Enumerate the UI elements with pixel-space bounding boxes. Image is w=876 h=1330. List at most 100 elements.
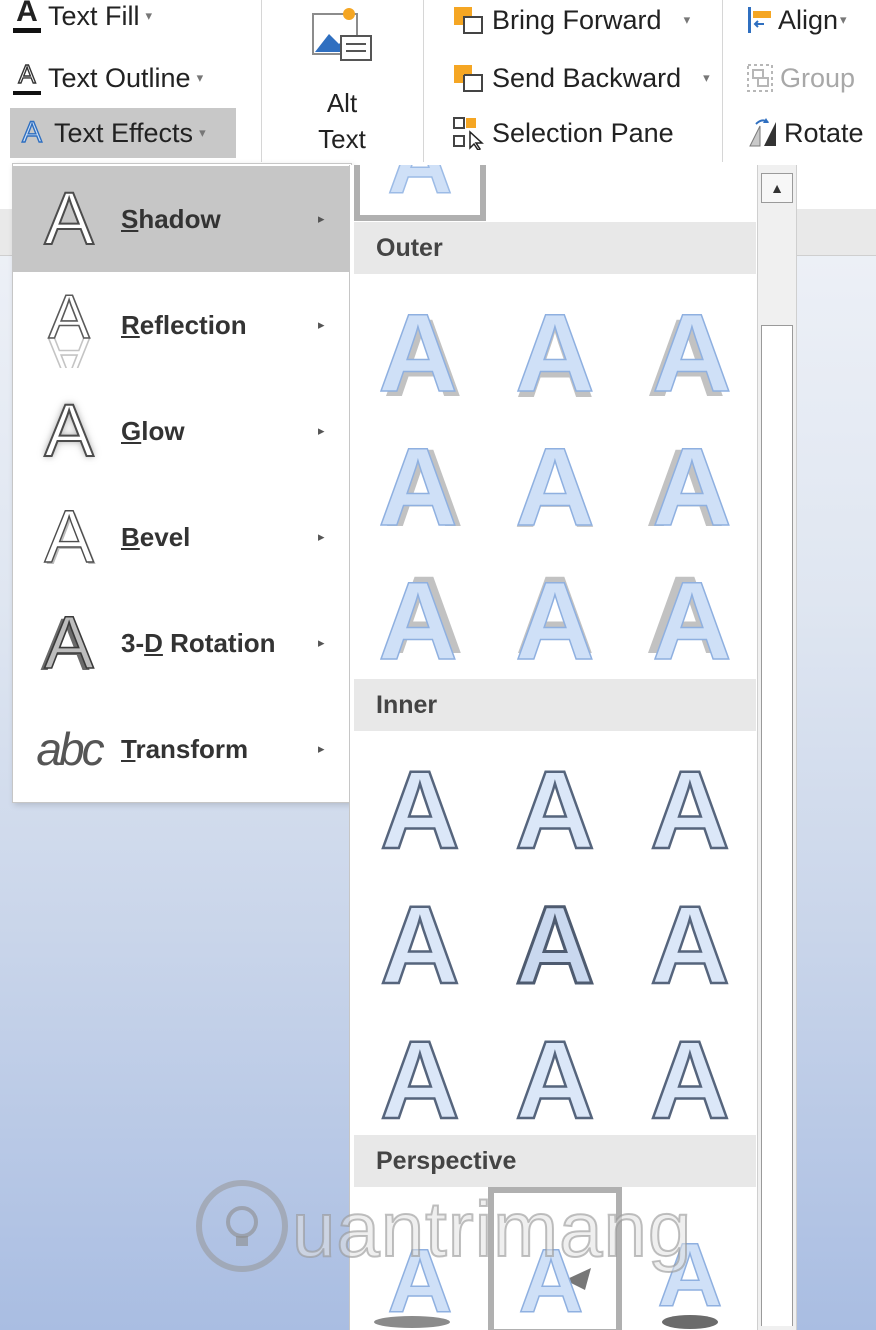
shadow-option-outer[interactable]: AA: [640, 427, 740, 547]
svg-text:A: A: [652, 561, 731, 681]
bring-forward-label: Bring Forward: [492, 4, 662, 35]
chevron-down-icon: ▾: [683, 12, 691, 27]
alt-text-button[interactable]: Alt Text: [262, 0, 422, 162]
svg-text:A: A: [515, 561, 594, 681]
svg-text:A: A: [378, 293, 457, 413]
submenu-arrow-icon: ▸: [318, 529, 325, 544]
send-backward-icon: [454, 65, 483, 92]
text-outline-label: Text Outline: [48, 62, 191, 93]
transform-abc-icon: abc: [36, 723, 104, 775]
svg-text:A: A: [515, 750, 594, 870]
submenu-arrow-icon: ▸: [318, 317, 325, 332]
svg-text:A: A: [515, 1020, 594, 1140]
bevel-a-icon: A: [44, 494, 95, 578]
label-text: hadow: [138, 204, 221, 234]
chevron-down-icon: ▾: [199, 125, 206, 140]
text-fill-label: Text Fill: [48, 0, 140, 31]
ribbon-divider: [423, 0, 424, 162]
rotate-icon: [749, 118, 776, 147]
selection-pane-button[interactable]: Selection Pane: [452, 111, 674, 155]
text-effects-menu: A Shadow ▸ A A Reflection ▸ A Glow ▸ A B…: [12, 163, 352, 803]
section-header-inner: Inner: [354, 679, 756, 731]
shadow-option-outer[interactable]: AA: [370, 427, 470, 547]
menu-item-reflection[interactable]: A A Reflection ▸: [13, 272, 351, 378]
mnemonic-letter: S: [121, 204, 139, 234]
menu-item-label: Glow: [121, 378, 185, 484]
screenshot-frame: A Text Fill ▾ A Text Outline ▾ A Text Ef…: [0, 0, 876, 1330]
svg-text:A: A: [388, 165, 453, 213]
text-effects-button[interactable]: A Text Effects ▾: [10, 108, 236, 158]
svg-text:A: A: [380, 1020, 459, 1140]
shadow-option-outer[interactable]: AA: [505, 561, 605, 681]
menu-item-glow[interactable]: A Glow ▸: [13, 378, 351, 484]
shadow-option-no-shadow[interactable]: A: [370, 165, 470, 213]
send-backward-button[interactable]: Send Backward ▾: [452, 56, 710, 100]
shadow-option-inner[interactable]: A: [640, 885, 740, 1005]
submenu-arrow-icon: ▸: [318, 741, 325, 756]
scroll-thumb[interactable]: [761, 325, 793, 1326]
menu-item-3d-rotation[interactable]: A 3-D Rotation ▸: [13, 590, 351, 696]
shadow-option-inner[interactable]: A: [370, 1020, 470, 1140]
svg-text:A: A: [378, 561, 457, 681]
svg-text:A: A: [650, 885, 729, 1005]
shadow-option-outer[interactable]: AA: [370, 293, 470, 413]
chevron-down-icon: ▾: [703, 70, 710, 85]
shadow-option-inner[interactable]: A: [505, 750, 605, 870]
mnemonic-letter: R: [121, 310, 140, 340]
text-fill-icon: A: [12, 0, 42, 33]
menu-item-label: 3-D Rotation: [121, 590, 276, 696]
alt-text-label-line1: Alt: [326, 88, 358, 118]
ribbon-divider: [722, 0, 723, 162]
chevron-down-icon: ▾: [196, 70, 204, 85]
lightbulb-logo-icon: [196, 1180, 288, 1272]
menu-item-transform[interactable]: abc Transform ▸: [13, 696, 351, 802]
svg-text:A: A: [650, 750, 729, 870]
submenu-arrow-icon: ▸: [318, 423, 325, 438]
section-label: Outer: [376, 234, 443, 262]
shadow-option-inner[interactable]: A: [640, 750, 740, 870]
svg-text:A: A: [380, 750, 459, 870]
shadow-option-outer[interactable]: AA: [505, 427, 605, 547]
scroll-up-icon[interactable]: ▲: [761, 173, 793, 203]
rotate-button[interactable]: Rotate: [746, 111, 864, 155]
text-effects-icon: A: [21, 115, 42, 149]
shadow-option-outer[interactable]: AA: [505, 293, 605, 413]
ribbon: A Text Fill ▾ A Text Outline ▾ A Text Ef…: [0, 0, 876, 162]
svg-text:A: A: [48, 324, 90, 368]
shadow-option-outer[interactable]: AA: [640, 561, 740, 681]
shadow-option-outer[interactable]: AA: [370, 561, 470, 681]
bring-forward-icon: [454, 7, 483, 34]
text-outline-button[interactable]: A Text Outline ▾: [12, 56, 203, 100]
glow-a-icon: A: [43, 388, 94, 473]
label-text: low: [141, 416, 185, 446]
chevron-down-icon: ▾: [840, 12, 847, 27]
shadow-option-inner[interactable]: A: [505, 1020, 605, 1140]
gallery-scrollbar[interactable]: ▲: [757, 165, 797, 1330]
label-prefix: 3-: [121, 628, 145, 658]
menu-item-label: Bevel: [121, 484, 190, 590]
3d-rotation-a-icon: A: [44, 600, 95, 685]
selection-pane-label: Selection Pane: [492, 117, 674, 148]
label-text: ransform: [135, 734, 249, 764]
shadow-option-inner[interactable]: A: [370, 750, 470, 870]
shadow-option-outer[interactable]: AA: [640, 293, 740, 413]
shadow-option-inner[interactable]: A: [505, 885, 605, 1005]
text-outline-icon: A: [12, 60, 42, 95]
group-label: Group: [780, 62, 856, 93]
group-button[interactable]: Group: [746, 56, 855, 100]
svg-text:A: A: [515, 293, 594, 413]
shadow-gallery: A Outer Inner Perspective AA AA AA AA AA…: [349, 165, 758, 1330]
mnemonic-letter: D: [144, 628, 163, 658]
menu-item-bevel[interactable]: A Bevel ▸: [13, 484, 351, 590]
shadow-option-inner[interactable]: A: [370, 885, 470, 1005]
align-button[interactable]: Align ▾: [746, 0, 847, 42]
bring-forward-button[interactable]: Bring Forward ▾: [452, 0, 690, 42]
menu-item-shadow[interactable]: A Shadow ▸: [13, 166, 351, 272]
watermark-text: uantrimang: [291, 1184, 693, 1274]
submenu-arrow-icon: ▸: [318, 211, 325, 226]
reflection-a-icon: A A: [48, 282, 92, 368]
text-fill-button[interactable]: A Text Fill ▾: [12, 0, 152, 38]
shadow-option-inner[interactable]: A: [640, 1020, 740, 1140]
svg-text:A: A: [652, 293, 731, 413]
svg-text:A: A: [650, 1020, 729, 1140]
